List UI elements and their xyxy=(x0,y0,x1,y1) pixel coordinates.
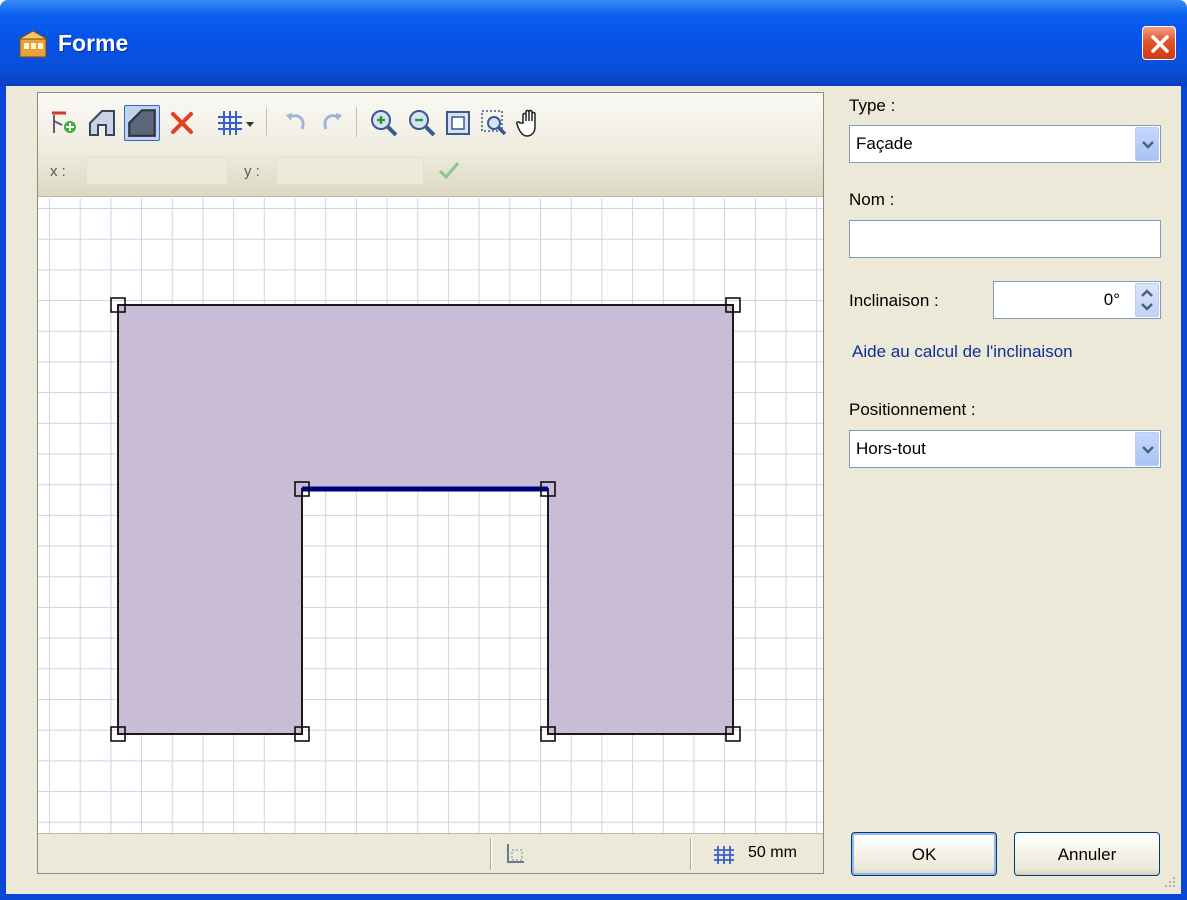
y-label: y : xyxy=(244,163,260,180)
inclinaison-label: Inclinaison : xyxy=(849,291,939,310)
zoom-selection-icon[interactable] xyxy=(478,107,510,139)
pan-hand-icon[interactable] xyxy=(514,107,546,139)
shape-outline-icon[interactable] xyxy=(86,107,118,139)
ok-button[interactable]: OK xyxy=(851,832,997,876)
chevron-down-icon xyxy=(1142,141,1154,149)
close-button[interactable] xyxy=(1142,26,1176,60)
dialog-window: Forme x: y: 50 mm Type: Façade Nom: … xyxy=(0,0,1187,900)
cancel-button[interactable]: Annuler xyxy=(1014,832,1160,876)
grid-size-icon xyxy=(714,846,734,864)
status-separator xyxy=(690,838,692,870)
toolbar-separator xyxy=(266,107,267,137)
shape-fill-icon xyxy=(128,109,156,137)
zoom-out-icon[interactable] xyxy=(406,107,438,139)
name-input[interactable] xyxy=(849,220,1161,258)
zoom-fit-icon[interactable] xyxy=(442,107,474,139)
shape-editor-panel: x : y : 50 mm xyxy=(37,92,824,874)
delete-icon[interactable] xyxy=(166,107,198,139)
type-label: Type : xyxy=(849,96,896,115)
zoom-in-icon[interactable] xyxy=(368,107,400,139)
close-icon xyxy=(1151,35,1169,53)
undo-icon[interactable] xyxy=(280,107,312,139)
name-label: Nom : xyxy=(849,190,895,209)
shape-drawing xyxy=(110,297,741,742)
type-dropdown-button[interactable] xyxy=(1135,127,1159,161)
spin-buttons[interactable] xyxy=(1135,283,1159,317)
toolbar-separator xyxy=(356,107,357,137)
position-dropdown-button[interactable] xyxy=(1135,432,1159,466)
type-select[interactable]: Façade xyxy=(849,125,1161,163)
type-select-value: Façade xyxy=(856,134,913,153)
position-label: Positionnement : xyxy=(849,400,976,419)
shape-polygon[interactable] xyxy=(117,304,734,735)
position-select[interactable]: Hors-tout xyxy=(849,430,1161,468)
x-label: x : xyxy=(50,163,66,180)
shape-fill-tool[interactable] xyxy=(124,105,160,141)
dialog-body: x : y : 50 mm Type: Façade Nom: Inclin… xyxy=(6,86,1181,894)
spin-arrows-icon xyxy=(1141,289,1153,311)
inclinaison-help-link[interactable]: Aide au calcul de l'inclinaison xyxy=(852,342,1073,362)
status-bar: 50 mm xyxy=(38,833,823,873)
inclinaison-value: 0° xyxy=(1103,290,1120,309)
chevron-down-icon xyxy=(1142,446,1154,454)
position-select-value: Hors-tout xyxy=(856,439,926,458)
resize-grip-icon[interactable] xyxy=(1162,874,1178,890)
editor-toolbar: x : y : xyxy=(38,93,823,197)
window-title: Forme xyxy=(58,30,129,56)
status-separator xyxy=(490,838,492,870)
redo-icon[interactable] xyxy=(316,107,348,139)
drawing-canvas[interactable] xyxy=(38,198,823,833)
x-input[interactable] xyxy=(86,157,228,185)
add-point-icon[interactable] xyxy=(48,107,80,139)
y-input[interactable] xyxy=(276,157,424,185)
grid-size-value: 50 mm xyxy=(748,844,797,861)
app-icon xyxy=(18,30,48,58)
inclinaison-spinner[interactable]: 0° xyxy=(993,281,1161,319)
title-bar[interactable]: Forme xyxy=(0,0,1187,86)
dropdown-arrow-icon[interactable] xyxy=(242,107,258,139)
snap-icon[interactable] xyxy=(502,840,530,868)
validate-check-icon[interactable] xyxy=(436,157,462,183)
